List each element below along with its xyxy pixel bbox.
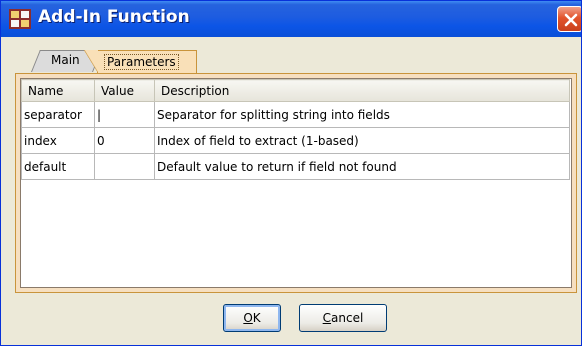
column-header-description[interactable]: Description xyxy=(154,79,570,102)
add-in-function-dialog: Add-In Function Main Parameters Name Val… xyxy=(0,0,582,346)
param-name-cell[interactable]: default xyxy=(21,153,95,180)
ok-mnemonic: O xyxy=(243,311,253,325)
addin-function-icon xyxy=(9,9,31,29)
tab-strip: Main Parameters xyxy=(1,37,581,73)
table-row[interactable]: index 0 Index of field to extract (1-bas… xyxy=(21,127,570,154)
cancel-label-rest: ancel xyxy=(331,311,364,325)
param-name-cell[interactable]: index xyxy=(21,127,95,154)
column-header-name[interactable]: Name xyxy=(21,79,95,102)
param-value-cell[interactable]: 0 xyxy=(94,127,155,154)
param-value-cell[interactable] xyxy=(94,153,155,180)
param-description-cell[interactable]: Separator for splitting string into fiel… xyxy=(154,101,570,128)
column-header-value[interactable]: Value xyxy=(94,79,155,102)
tab-parameters[interactable]: Parameters xyxy=(84,50,197,73)
param-name-cell[interactable]: separator xyxy=(21,101,95,128)
table-row[interactable]: default Default value to return if field… xyxy=(21,153,570,180)
tab-parameters-label: Parameters xyxy=(104,54,179,70)
table-header-row: Name Value Description xyxy=(21,79,570,102)
dialog-button-bar: OK Cancel xyxy=(1,293,581,345)
param-description-cell[interactable]: Default value to return if field not fou… xyxy=(154,153,570,180)
parameters-table-area: Name Value Description separator | Separ… xyxy=(20,78,572,288)
title-bar[interactable]: Add-In Function xyxy=(1,1,581,37)
parameters-panel: Name Value Description separator | Separ… xyxy=(15,73,577,293)
cancel-mnemonic: C xyxy=(322,311,332,325)
cancel-button[interactable]: Cancel xyxy=(299,304,387,332)
ok-button[interactable]: OK xyxy=(223,304,281,332)
window-title: Add-In Function xyxy=(38,7,190,27)
close-icon xyxy=(564,13,578,27)
tab-main-label[interactable]: Main xyxy=(51,53,80,67)
table-row[interactable]: separator | Separator for splitting stri… xyxy=(21,101,570,128)
param-value-cell[interactable]: | xyxy=(94,101,155,128)
param-description-cell[interactable]: Index of field to extract (1-based) xyxy=(154,127,570,154)
parameters-table: Name Value Description separator | Separ… xyxy=(21,79,570,180)
ok-label-rest: K xyxy=(252,311,261,325)
close-button[interactable] xyxy=(557,6,581,32)
